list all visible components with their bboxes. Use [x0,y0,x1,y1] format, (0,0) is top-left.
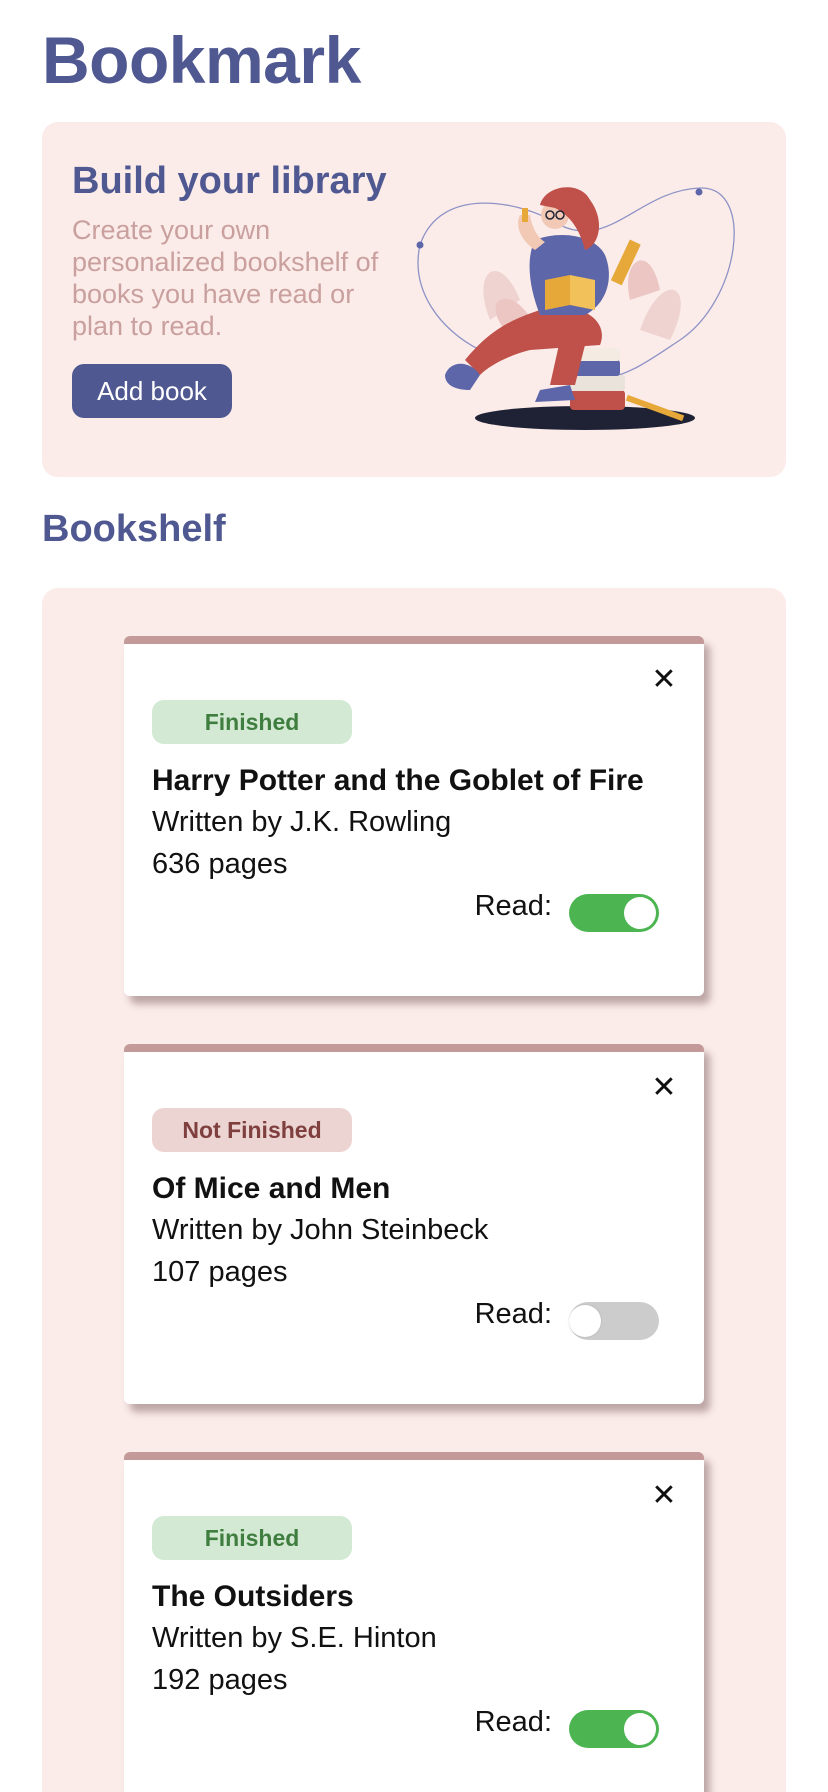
toggle-knob [569,1305,601,1337]
close-icon[interactable]: ✕ [650,1073,678,1103]
read-toggle[interactable] [569,1710,659,1748]
read-toggle[interactable] [569,894,659,932]
app-title: Bookmark [42,23,361,97]
status-badge: Not Finished [152,1108,352,1152]
toggle-knob [624,897,656,929]
reading-woman-illustration [416,187,735,430]
read-label: Read: [474,1706,552,1738]
add-book-button[interactable]: Add book [72,364,232,418]
status-badge: Finished [152,1516,352,1560]
close-icon[interactable]: ✕ [650,1481,678,1511]
book-title: Harry Potter and the Goblet of Fire [152,764,644,797]
hero-panel: Build your library Create your own perso… [42,122,786,477]
close-icon[interactable]: ✕ [650,665,678,695]
book-pages: 107 pages [152,1256,288,1288]
book-card: ✕ Finished Harry Potter and the Goblet o… [124,636,704,996]
status-badge: Finished [152,700,352,744]
book-pages: 192 pages [152,1664,288,1696]
book-card: ✕ Not Finished Of Mice and Men Written b… [124,1044,704,1404]
book-pages: 636 pages [152,848,288,880]
hero-title: Build your library [72,160,387,202]
hero-description: Create your own personalized bookshelf o… [72,215,379,341]
book-author: Written by S.E. Hinton [152,1622,437,1654]
book-author: Written by J.K. Rowling [152,806,452,838]
read-label: Read: [474,890,552,922]
read-toggle[interactable] [569,1302,659,1340]
book-title: The Outsiders [152,1580,354,1613]
book-card: ✕ Finished The Outsiders Written by S.E.… [124,1452,704,1792]
toggle-knob [624,1713,656,1745]
bookshelf-panel: ✕ Finished Harry Potter and the Goblet o… [42,588,786,1792]
read-label: Read: [474,1298,552,1330]
page: Bookmark Build your library Create your … [0,0,828,1792]
bookshelf-title: Bookshelf [42,508,226,550]
book-title: Of Mice and Men [152,1172,391,1205]
book-author: Written by John Steinbeck [152,1214,489,1246]
